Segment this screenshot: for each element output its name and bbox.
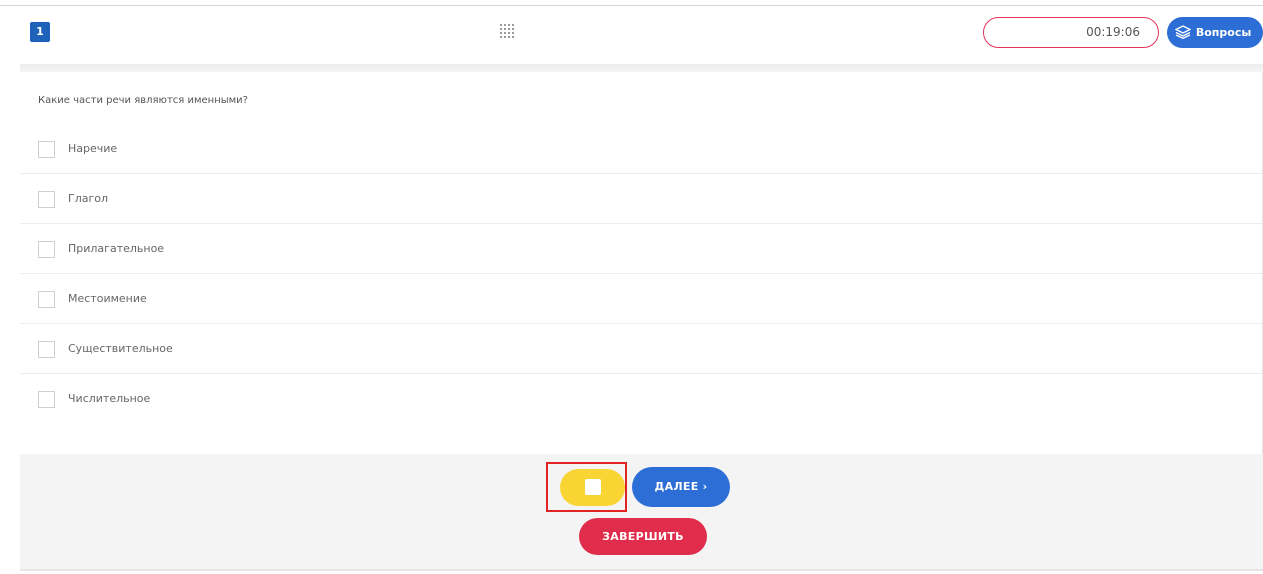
square-icon xyxy=(585,479,601,495)
question-number-badge[interactable]: 1 xyxy=(30,22,50,42)
option-row[interactable]: Существительное xyxy=(20,324,1262,374)
questions-button[interactable]: Вопросы xyxy=(1167,17,1263,48)
timer-display: 00:19:06 xyxy=(983,17,1159,48)
option-label: Глагол xyxy=(68,192,109,205)
footer-divider xyxy=(20,569,1263,571)
option-checkbox[interactable] xyxy=(38,241,55,258)
option-checkbox[interactable] xyxy=(38,341,55,358)
question-text: Какие части речи являются именными? xyxy=(38,95,248,106)
option-label: Наречие xyxy=(68,142,118,155)
option-checkbox[interactable] xyxy=(38,391,55,408)
next-button[interactable]: ДАЛЕЕ › xyxy=(632,467,730,507)
option-label: Существительное xyxy=(68,342,173,355)
option-row[interactable]: Прилагательное xyxy=(20,224,1262,274)
header-shadow xyxy=(20,64,1263,72)
option-label: Числительное xyxy=(68,392,151,405)
option-row[interactable]: Местоимение xyxy=(20,274,1262,324)
option-row[interactable]: Наречие xyxy=(20,124,1262,174)
top-divider xyxy=(0,5,1263,6)
questions-button-label: Вопросы xyxy=(1195,26,1252,39)
option-label: Местоимение xyxy=(68,292,147,305)
option-checkbox[interactable] xyxy=(38,291,55,308)
option-checkbox[interactable] xyxy=(38,141,55,158)
header-bar: 1 00:19:06 Вопросы xyxy=(20,8,1263,64)
finish-button[interactable]: ЗАВЕРШИТЬ xyxy=(579,518,707,555)
question-card: Какие части речи являются именными? Наре… xyxy=(20,72,1263,454)
grid-dots-icon xyxy=(500,24,514,40)
option-label: Прилагательное xyxy=(68,242,165,255)
option-row[interactable]: Глагол xyxy=(20,174,1262,224)
test-page: 1 00:19:06 Вопросы Какие части речи явля… xyxy=(0,0,1263,574)
option-row[interactable]: Числительное xyxy=(20,374,1262,424)
layers-icon xyxy=(1174,25,1196,40)
option-checkbox[interactable] xyxy=(38,191,55,208)
mark-question-button[interactable] xyxy=(560,469,625,506)
